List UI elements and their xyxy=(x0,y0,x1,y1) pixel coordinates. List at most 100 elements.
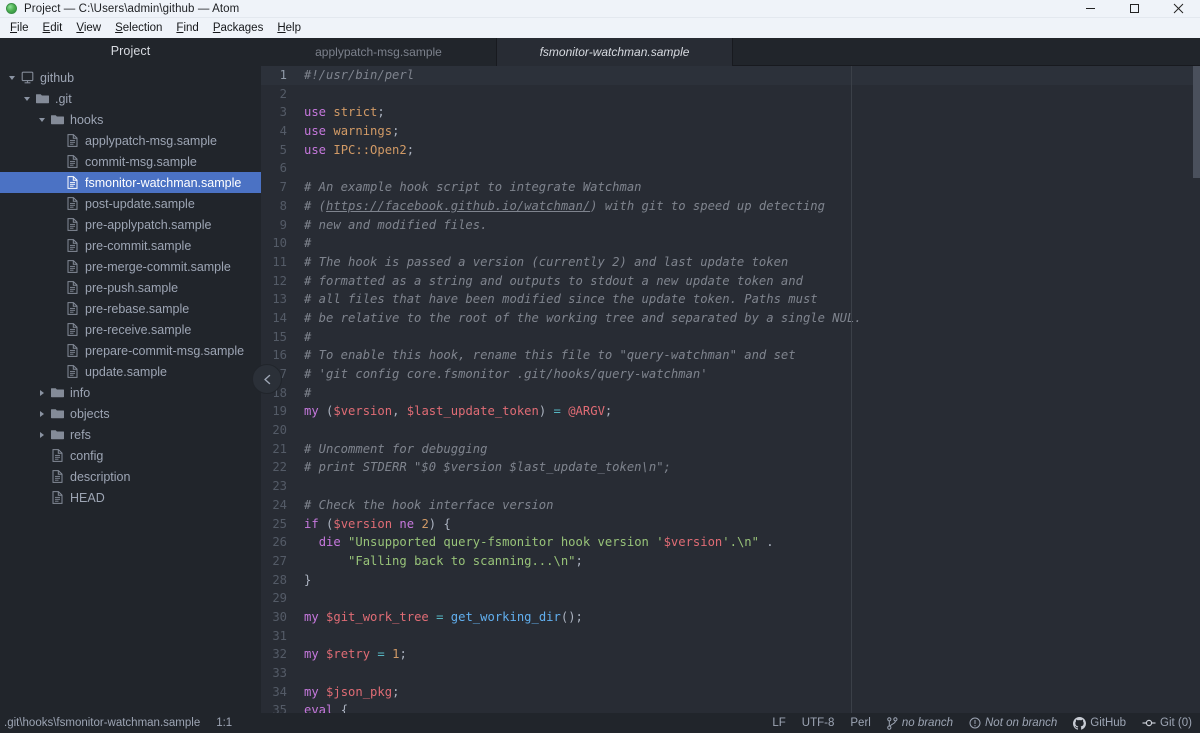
code-line[interactable]: 9# new and modified files. xyxy=(261,216,1200,235)
status-grammar[interactable]: Perl xyxy=(850,717,870,729)
tree-file-pre-commit-sample[interactable]: pre-commit.sample xyxy=(0,235,261,256)
code-line[interactable]: 12# formatted as a string and outputs to… xyxy=(261,272,1200,291)
code-token: ) { xyxy=(429,517,451,531)
chevron-down-icon[interactable] xyxy=(34,118,49,122)
code-line[interactable]: 28} xyxy=(261,571,1200,590)
code-line[interactable]: 6 xyxy=(261,159,1200,178)
code-line-content xyxy=(296,85,304,104)
status-line-ending[interactable]: LF xyxy=(772,717,785,729)
code-line-content: # xyxy=(296,384,311,403)
tree-folder-github[interactable]: github xyxy=(0,67,261,88)
file-icon xyxy=(67,134,78,147)
project-tree-panel: Project github.githooksapplypatch-msg.sa… xyxy=(0,38,261,713)
code-line[interactable]: 26 die "Unsupported query-fsmonitor hook… xyxy=(261,533,1200,552)
code-line[interactable]: 34my $json_pkg; xyxy=(261,683,1200,702)
tree-file-description[interactable]: description xyxy=(0,466,261,487)
editor-vertical-scrollbar[interactable] xyxy=(1193,66,1200,713)
chevron-right-icon[interactable] xyxy=(34,411,49,417)
maximize-button[interactable] xyxy=(1112,0,1156,18)
code-line[interactable]: 21# Uncomment for debugging xyxy=(261,440,1200,459)
chevron-down-icon[interactable] xyxy=(19,97,34,101)
tree-file-pre-receive-sample[interactable]: pre-receive.sample xyxy=(0,319,261,340)
editor-tab-applypatch-msg-sample[interactable]: applypatch-msg.sample xyxy=(261,38,497,66)
tree-file-pre-push-sample[interactable]: pre-push.sample xyxy=(0,277,261,298)
code-line[interactable]: 17# 'git config core.fsmonitor .git/hook… xyxy=(261,365,1200,384)
tree-folder--git[interactable]: .git xyxy=(0,88,261,109)
status-github[interactable]: GitHub xyxy=(1073,717,1126,730)
chevron-down-icon[interactable] xyxy=(4,76,19,80)
tree-file-fsmonitor-watchman-sample[interactable]: fsmonitor-watchman.sample xyxy=(0,172,261,193)
code-line[interactable]: 22# print STDERR "$0 $version $last_upda… xyxy=(261,458,1200,477)
code-line[interactable]: 23 xyxy=(261,477,1200,496)
code-line[interactable]: 16# To enable this hook, rename this fil… xyxy=(261,346,1200,365)
tree-file-post-update-sample[interactable]: post-update.sample xyxy=(0,193,261,214)
code-line[interactable]: 31 xyxy=(261,627,1200,646)
code-line[interactable]: 2 xyxy=(261,85,1200,104)
code-line[interactable]: 14# be relative to the root of the worki… xyxy=(261,309,1200,328)
code-line[interactable]: 27 "Falling back to scanning...\n"; xyxy=(261,552,1200,571)
status-bar-right: LF UTF-8 Perl no branch Not on branch Gi… xyxy=(772,717,1192,730)
status-branch[interactable]: no branch xyxy=(887,717,953,730)
menu-item-file[interactable]: File xyxy=(3,18,36,38)
code-line[interactable]: 10# xyxy=(261,234,1200,253)
tree-file-head[interactable]: HEAD xyxy=(0,487,261,508)
tree-file-applypatch-msg-sample[interactable]: applypatch-msg.sample xyxy=(0,130,261,151)
folder-icon xyxy=(49,114,66,125)
tree-file-pre-merge-commit-sample[interactable]: pre-merge-commit.sample xyxy=(0,256,261,277)
code-line[interactable]: 20 xyxy=(261,421,1200,440)
menu-item-view[interactable]: View xyxy=(69,18,108,38)
panel-collapse-handle[interactable] xyxy=(252,364,282,394)
code-line[interactable]: 18# xyxy=(261,384,1200,403)
code-line[interactable]: 30my $git_work_tree = get_working_dir(); xyxy=(261,608,1200,627)
code-line[interactable]: 19my ($version, $last_update_token) = @A… xyxy=(261,402,1200,421)
status-git[interactable]: Git (0) xyxy=(1142,717,1192,729)
code-line[interactable]: 15# xyxy=(261,328,1200,347)
code-line[interactable]: 7# An example hook script to integrate W… xyxy=(261,178,1200,197)
code-line[interactable]: 5use IPC::Open2; xyxy=(261,141,1200,160)
tree-folder-info[interactable]: info xyxy=(0,382,261,403)
tree-file-pre-applypatch-sample[interactable]: pre-applypatch.sample xyxy=(0,214,261,235)
tree-file-commit-msg-sample[interactable]: commit-msg.sample xyxy=(0,151,261,172)
code-line[interactable]: 29 xyxy=(261,589,1200,608)
window-controls xyxy=(1068,0,1200,17)
status-push-pull[interactable]: Not on branch xyxy=(969,717,1057,729)
minimize-button[interactable] xyxy=(1068,0,1112,18)
status-file-path[interactable]: .git\hooks\fsmonitor-watchman.sample xyxy=(4,717,200,729)
code-line[interactable]: 33 xyxy=(261,664,1200,683)
file-icon xyxy=(64,365,81,378)
code-token xyxy=(385,647,392,661)
tree-file-update-sample[interactable]: update.sample xyxy=(0,361,261,382)
code-editor[interactable]: 1#!/usr/bin/perl23use strict;4use warnin… xyxy=(261,66,1200,713)
code-line[interactable]: 24# Check the hook interface version xyxy=(261,496,1200,515)
scrollbar-thumb[interactable] xyxy=(1193,66,1200,178)
chevron-right-icon[interactable] xyxy=(34,432,49,438)
tree-folder-refs[interactable]: refs xyxy=(0,424,261,445)
code-line[interactable]: 1#!/usr/bin/perl xyxy=(261,66,1200,85)
menu-item-help[interactable]: Help xyxy=(270,18,308,38)
menu-item-find[interactable]: Find xyxy=(169,18,205,38)
code-line[interactable]: 8# (https://facebook.github.io/watchman/… xyxy=(261,197,1200,216)
editor-tab-fsmonitor-watchman-sample[interactable]: fsmonitor-watchman.sample xyxy=(497,38,733,66)
close-button[interactable] xyxy=(1156,0,1200,18)
code-token: # new and modified files. xyxy=(304,218,487,232)
tree-folder-hooks[interactable]: hooks xyxy=(0,109,261,130)
code-line[interactable]: 3use strict; xyxy=(261,103,1200,122)
tree-file-prepare-commit-msg-sample[interactable]: prepare-commit-msg.sample xyxy=(0,340,261,361)
code-line[interactable]: 13# all files that have been modified si… xyxy=(261,290,1200,309)
menu-item-selection[interactable]: Selection xyxy=(108,18,169,38)
tree-file-config[interactable]: config xyxy=(0,445,261,466)
code-line[interactable]: 11# The hook is passed a version (curren… xyxy=(261,253,1200,272)
tree-folder-objects[interactable]: objects xyxy=(0,403,261,424)
code-lines[interactable]: 1#!/usr/bin/perl23use strict;4use warnin… xyxy=(261,66,1200,713)
tree-file-pre-rebase-sample[interactable]: pre-rebase.sample xyxy=(0,298,261,319)
folder-icon xyxy=(51,408,64,419)
menu-item-packages[interactable]: Packages xyxy=(206,18,271,38)
status-encoding[interactable]: UTF-8 xyxy=(802,717,835,729)
chevron-right-icon[interactable] xyxy=(34,390,49,396)
code-line[interactable]: 25if ($version ne 2) { xyxy=(261,515,1200,534)
code-line[interactable]: 35eval { xyxy=(261,701,1200,713)
code-line[interactable]: 4use warnings; xyxy=(261,122,1200,141)
status-cursor-position[interactable]: 1:1 xyxy=(216,717,232,729)
menu-item-edit[interactable]: Edit xyxy=(36,18,70,38)
code-line[interactable]: 32my $retry = 1; xyxy=(261,645,1200,664)
